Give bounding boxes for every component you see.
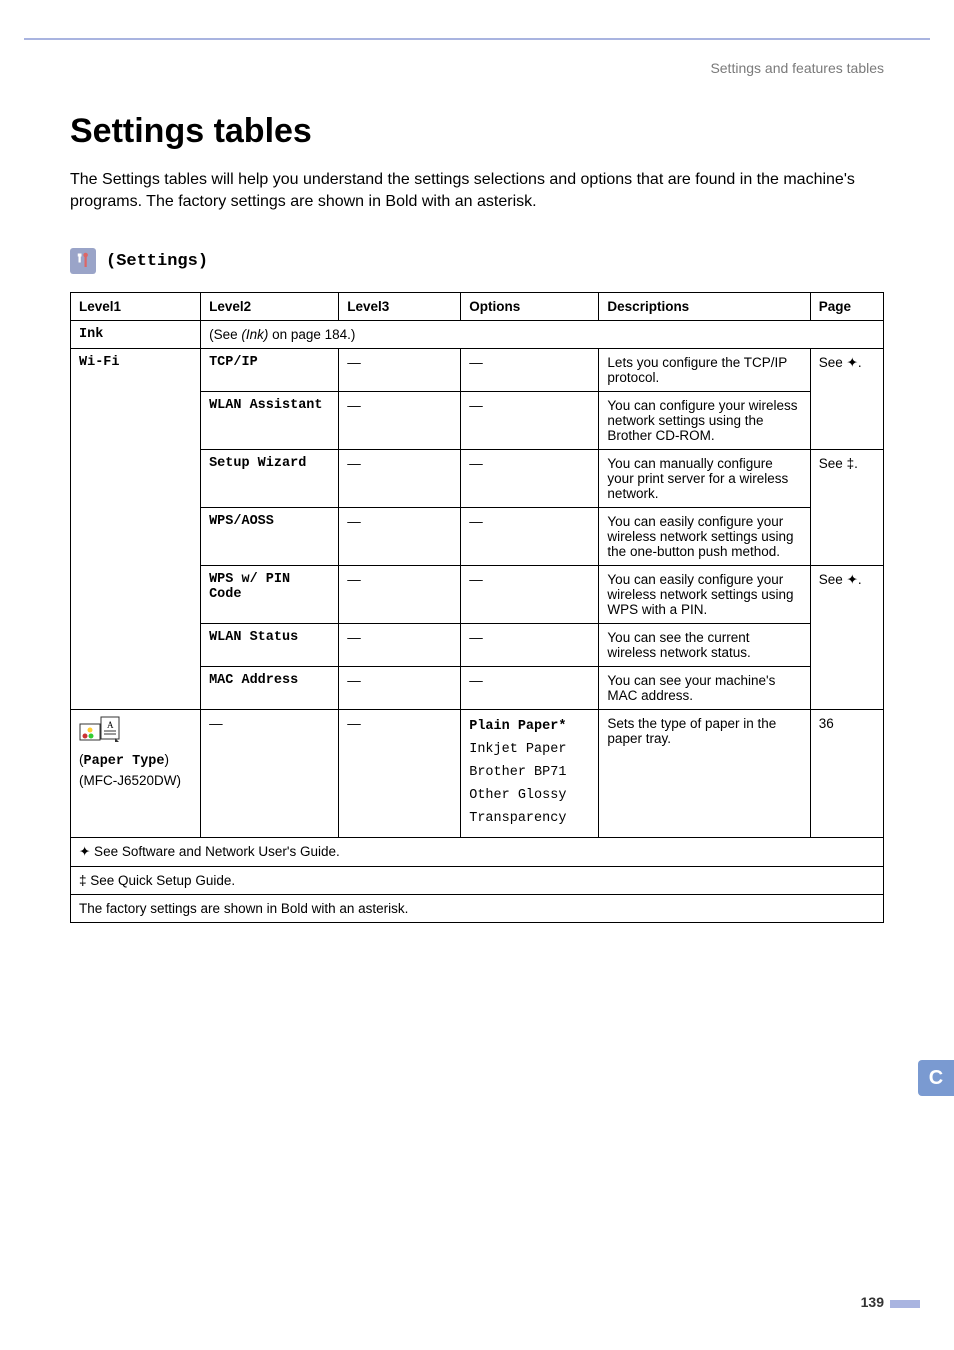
page-title: Settings tables [70, 112, 884, 151]
cell-tcpip-opt: — [461, 349, 599, 392]
cell-wpspin-desc: You can easily configure your wireless n… [599, 566, 810, 624]
cell-paper-desc: Sets the type of paper in the paper tray… [599, 710, 810, 838]
cell-wlanassist-l2: WLAN Assistant [201, 392, 339, 450]
opt-trans: Transparency [469, 808, 590, 831]
ink-note-italic: (Ink) [241, 327, 268, 342]
col-options: Options [461, 293, 599, 321]
footnote-b: ‡ See Quick Setup Guide. [71, 866, 884, 894]
cell-wpspin-opt: — [461, 566, 599, 624]
cell-wlanassist-desc: You can configure your wireless network … [599, 392, 810, 450]
intro-paragraph: The Settings tables will help you unders… [70, 169, 884, 212]
section-tab: C [918, 1060, 954, 1096]
cell-tcpip-page: See ✦. [810, 349, 883, 450]
cell-wpspin-page: See ✦. [810, 566, 883, 710]
row-wifi-tcpip: Wi-Fi TCP/IP — — Lets you configure the … [71, 349, 884, 392]
svg-text:A: A [107, 720, 114, 730]
cell-setupwiz-l3: — [339, 450, 461, 508]
settings-icon [70, 248, 96, 274]
cell-tcpip-l2: TCP/IP [201, 349, 339, 392]
row-ink: Ink (See (Ink) on page 184.) [71, 321, 884, 349]
page-content: Settings and features tables Settings ta… [0, 40, 954, 923]
paper-model: (MFC-J6520DW) [79, 773, 192, 788]
cell-tcpip-l3: — [339, 349, 461, 392]
cell-wifi-l1: Wi-Fi [71, 349, 201, 710]
cell-wpsaoss-desc: You can easily configure your wireless n… [599, 508, 810, 566]
cell-setupwiz-opt: — [461, 450, 599, 508]
cell-paper-l3: — [339, 710, 461, 838]
cell-wlanstatus-desc: You can see the current wireless network… [599, 624, 810, 667]
cell-tcpip-desc: Lets you configure the TCP/IP protocol. [599, 349, 810, 392]
cell-wpsaoss-l2: WPS/AOSS [201, 508, 339, 566]
cell-setupwiz-l2: Setup Wizard [201, 450, 339, 508]
col-descriptions: Descriptions [599, 293, 810, 321]
cell-mac-l3: — [339, 667, 461, 710]
cell-paper-l2: — [201, 710, 339, 838]
col-level1: Level1 [71, 293, 201, 321]
cell-wlanstatus-l3: — [339, 624, 461, 667]
footnote-row-a: ✦ See Software and Network User's Guide. [71, 837, 884, 866]
cell-wpsaoss-l3: — [339, 508, 461, 566]
cell-ink-note: (See (Ink) on page 184.) [201, 321, 884, 349]
settings-table: Level1 Level2 Level3 Options Description… [70, 292, 884, 923]
cell-ink-l1: Ink [71, 321, 201, 349]
paper-type-label: (Paper Type) [79, 752, 192, 769]
cell-wpspin-l2: WPS w/ PIN Code [201, 566, 339, 624]
ink-note-a: (See [209, 327, 241, 342]
cell-mac-desc: You can see your machine's MAC address. [599, 667, 810, 710]
page-number: 139 [861, 1294, 884, 1310]
col-level3: Level3 [339, 293, 461, 321]
section-header: (Settings) [70, 248, 884, 274]
paper-l1c: ) [165, 752, 170, 767]
page-number-accent [890, 1300, 920, 1308]
footnote-c: The factory settings are shown in Bold w… [71, 894, 884, 922]
ink-note-b: on page 184.) [268, 327, 355, 342]
footnote-a: ✦ See Software and Network User's Guide. [71, 837, 884, 866]
col-level2: Level2 [201, 293, 339, 321]
breadcrumb: Settings and features tables [70, 60, 884, 76]
cell-mac-l2: MAC Address [201, 667, 339, 710]
footnote-row-c: The factory settings are shown in Bold w… [71, 894, 884, 922]
cell-mac-opt: — [461, 667, 599, 710]
cell-wpsaoss-opt: — [461, 508, 599, 566]
paper-l1b: Paper Type [84, 754, 165, 769]
paper-type-icon: A [79, 716, 123, 746]
tools-icon [74, 252, 92, 270]
cell-setupwiz-desc: You can manually configure your print se… [599, 450, 810, 508]
cell-paper-page: 36 [810, 710, 883, 838]
opt-bp71: Brother BP71 [469, 762, 590, 785]
cell-paper-l1: A (Paper Type) (MFC-J6520DW) [71, 710, 201, 838]
cell-wlanassist-opt: — [461, 392, 599, 450]
cell-wlanstatus-l2: WLAN Status [201, 624, 339, 667]
footnote-row-b: ‡ See Quick Setup Guide. [71, 866, 884, 894]
section-label: (Settings) [106, 252, 208, 271]
row-paper-type: A (Paper Type) (MFC-J6520DW) — — Plain P… [71, 710, 884, 838]
table-header-row: Level1 Level2 Level3 Options Description… [71, 293, 884, 321]
opt-plain: Plain Paper* [469, 716, 590, 739]
cell-paper-opts: Plain Paper* Inkjet Paper Brother BP71 O… [461, 710, 599, 838]
col-page: Page [810, 293, 883, 321]
cell-wpspin-l3: — [339, 566, 461, 624]
cell-setupwiz-page: See ‡. [810, 450, 883, 566]
opt-glossy: Other Glossy [469, 785, 590, 808]
opt-inkjet: Inkjet Paper [469, 739, 590, 762]
top-accent-bar [24, 0, 930, 40]
cell-wlanstatus-opt: — [461, 624, 599, 667]
cell-wlanassist-l3: — [339, 392, 461, 450]
